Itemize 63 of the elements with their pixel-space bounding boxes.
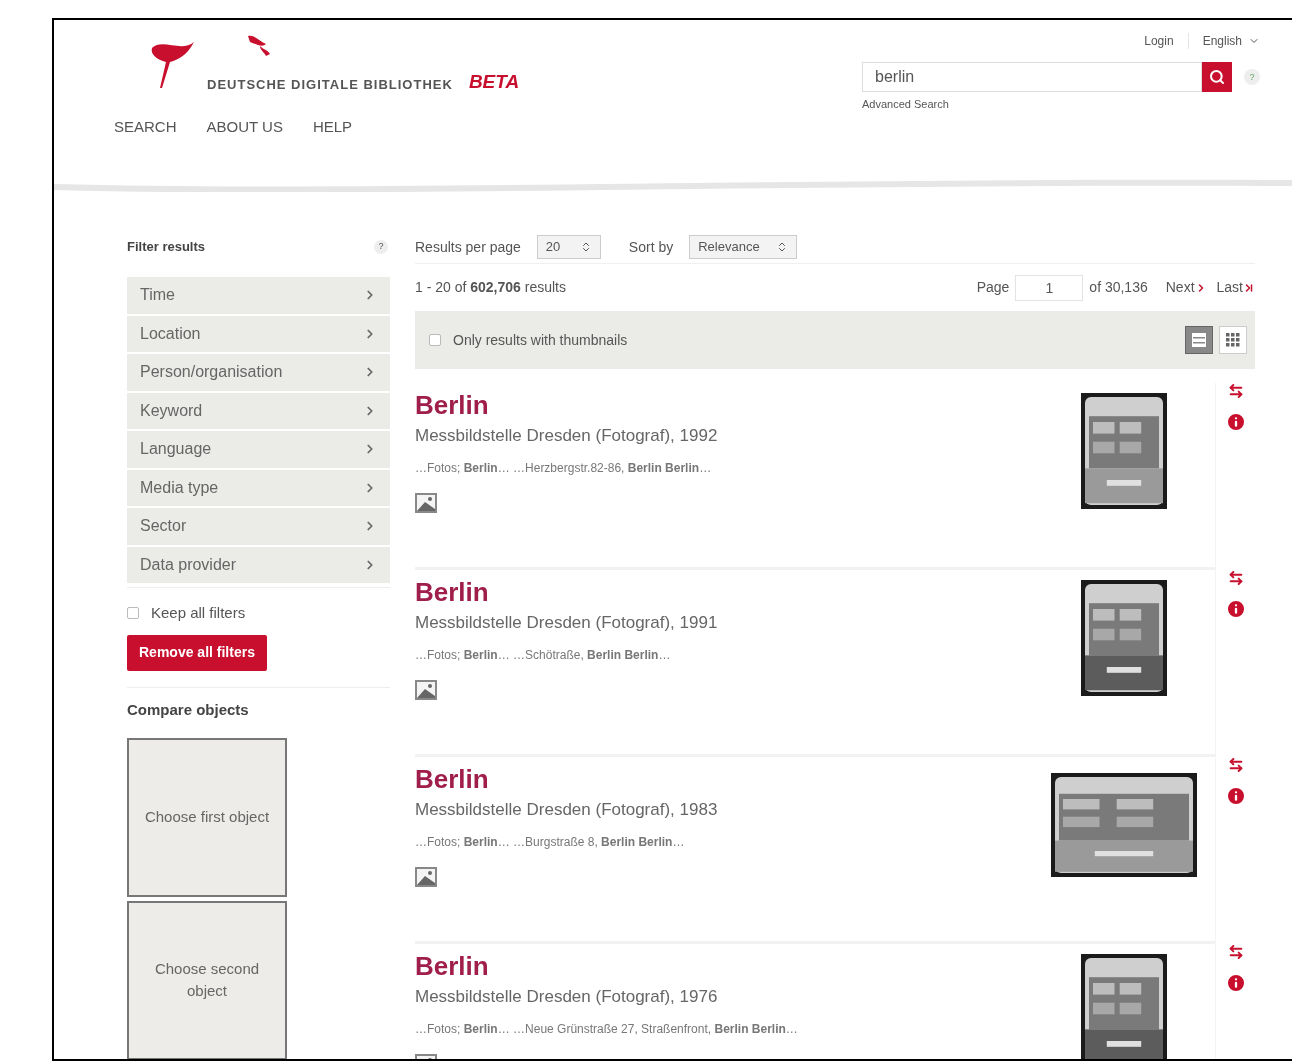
image-type-icon bbox=[415, 492, 437, 513]
page-field[interactable]: 1 bbox=[1015, 274, 1084, 301]
image-type-icon bbox=[415, 679, 437, 700]
help-button[interactable]: ? bbox=[374, 240, 388, 254]
compare-slot[interactable]: Choose first object bbox=[127, 737, 287, 897]
result-title[interactable]: Berlin bbox=[415, 389, 718, 421]
grid-view-button[interactable] bbox=[1219, 326, 1247, 354]
result-count: 1 - 20 of 602,706 results bbox=[415, 278, 566, 297]
result-subtitle: Messbildstelle Dresden (Fotograf), 1976 bbox=[415, 986, 719, 1008]
checkbox-label: Only results with thumbnails bbox=[453, 330, 628, 350]
checkbox-label: Keep all filters bbox=[151, 603, 246, 623]
filter-item[interactable]: Location bbox=[127, 315, 390, 352]
grid-icon bbox=[1226, 333, 1240, 347]
compare-icon[interactable] bbox=[1227, 757, 1244, 773]
image-type-icon bbox=[415, 866, 437, 887]
filter-item[interactable]: Person/organisation bbox=[127, 354, 390, 391]
nav-link[interactable]: HELP bbox=[312, 116, 353, 139]
filter-item[interactable]: Keyword bbox=[127, 392, 390, 429]
list-icon bbox=[1191, 332, 1207, 348]
result-subtitle: Messbildstelle Dresden (Fotograf), 1992 bbox=[415, 425, 718, 447]
nav-link[interactable]: SEARCH bbox=[114, 116, 177, 139]
per-page-label: Results per page bbox=[415, 237, 521, 257]
filter-item[interactable]: Language bbox=[127, 431, 390, 468]
result-snippet: …Fotos; Berlin… …Neue Grünstraße 27, Straßenfront, Berlin Berlin… bbox=[415, 1020, 798, 1038]
last-link[interactable]: Last bbox=[1216, 277, 1255, 298]
nav-link[interactable]: ABOUT US bbox=[206, 116, 283, 139]
page-label: Page bbox=[976, 278, 1010, 297]
result-title[interactable]: Berlin bbox=[415, 950, 798, 982]
checkbox[interactable] bbox=[429, 334, 441, 346]
compare-title: Compare objects bbox=[127, 700, 249, 718]
next-link[interactable]: Next bbox=[1165, 277, 1207, 298]
page-total: of 30,136 bbox=[1089, 278, 1148, 297]
last-page-icon bbox=[1243, 281, 1255, 294]
sort-label: Sort by bbox=[628, 237, 674, 257]
beta-label: BETA bbox=[468, 69, 520, 94]
search-button[interactable] bbox=[1202, 62, 1232, 92]
filter-item[interactable]: Media type bbox=[127, 469, 390, 506]
compare-icon[interactable] bbox=[1227, 944, 1244, 960]
filter-title: Filter results bbox=[127, 238, 206, 257]
compare-icon[interactable] bbox=[1227, 383, 1244, 399]
login-link[interactable]: Login bbox=[1144, 32, 1174, 50]
filter-item[interactable]: Data provider bbox=[127, 546, 390, 583]
result-title[interactable]: Berlin bbox=[415, 576, 718, 608]
search-icon bbox=[1209, 69, 1225, 85]
sort-select[interactable]: Relevance bbox=[689, 235, 798, 259]
compare-slot[interactable]: Choose second object bbox=[127, 900, 287, 1059]
advanced-search-link[interactable]: Advanced Search bbox=[862, 96, 1232, 113]
result-snippet: …Fotos; Berlin… …Burgstraße 8, Berlin Berlin… bbox=[415, 833, 686, 851]
list-view-button[interactable] bbox=[1185, 326, 1213, 354]
result-snippet: …Fotos; Berlin… …Schötraße, Berlin Berlin… bbox=[415, 646, 672, 664]
result-title[interactable]: Berlin bbox=[415, 763, 718, 795]
checkbox[interactable] bbox=[127, 607, 139, 620]
search-field[interactable]: berlin bbox=[862, 62, 1202, 92]
language-dropdown[interactable]: English bbox=[1202, 32, 1260, 50]
result-subtitle: Messbildstelle Dresden (Fotograf), 1991 bbox=[415, 612, 718, 634]
compare-icon[interactable] bbox=[1227, 570, 1244, 586]
filter-item[interactable]: Sector bbox=[127, 508, 390, 545]
logo-text: DEUTSCHE DIGITALE BIBLIOTHEK bbox=[207, 75, 453, 94]
result-subtitle: Messbildstelle Dresden (Fotograf), 1983 bbox=[415, 799, 718, 821]
filter-item[interactable]: Time bbox=[127, 277, 390, 314]
per-page-select[interactable]: 20 bbox=[536, 235, 601, 259]
result-snippet: …Fotos; Berlin… …Herzbergstr.82-86, Berlin Berlin… bbox=[415, 459, 713, 477]
remove-filters-button[interactable]: Remove all filters bbox=[127, 634, 267, 671]
